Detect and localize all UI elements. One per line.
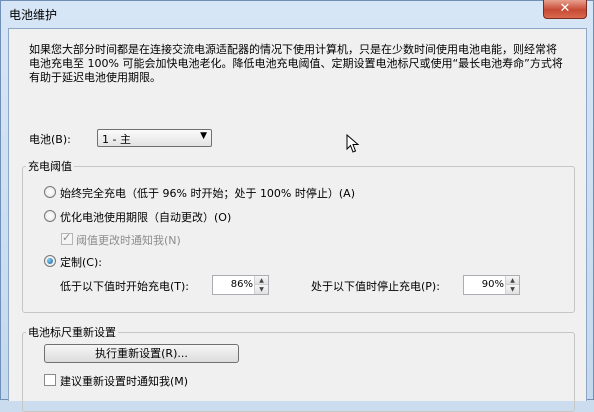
checkbox-suggest-reset[interactable] [44,374,56,386]
stop-charge-value: 90% [481,279,504,290]
battery-maintenance-window: 电池维护 ✕ 如果您大部分时间都是在连接交流电源适配器的情况下使用计算机，只是在… [0,0,594,412]
option-optimize-label[interactable]: 优化电池使用期限（自动更改）(O) [60,209,231,225]
decrement-arrow-icon[interactable]: ▼ [506,285,519,294]
charge-threshold-title: 充电阈值 [26,158,74,174]
increment-arrow-icon[interactable]: ▲ [506,276,519,285]
start-charge-spin-buttons: ▲ ▼ [254,276,268,294]
threshold-notify-label[interactable]: 阈值更改时通知我(N) [76,232,181,248]
dialog-body: 如果您大部分时间都是在连接交流电源适配器的情况下使用计算机，只是在少数时间使用电… [8,28,587,412]
start-charge-stepper[interactable]: 86% ▲ ▼ [212,275,269,295]
battery-select-value: 1 - 主 [102,133,131,146]
chevron-down-icon: ▼ [200,131,207,141]
increment-arrow-icon[interactable]: ▲ [255,276,268,285]
window-title: 电池维护 [9,8,58,22]
description-text: 如果您大部分时间都是在连接交流电源适配器的情况下使用计算机，只是在少数时间使用电… [29,43,563,84]
gauge-reset-title: 电池标尺重新设置 [26,324,118,340]
mouse-cursor-icon [346,134,360,153]
battery-label: 电池(B): [29,133,71,146]
stop-charge-stepper[interactable]: 90% ▲ ▼ [463,275,520,295]
battery-select[interactable]: 1 - 主 ▼ [97,129,212,147]
start-charge-label: 低于以下值时开始充电(T): [60,280,190,293]
close-icon: ✕ [559,1,571,16]
stop-charge-spin-buttons: ▲ ▼ [505,276,519,294]
radio-optimize[interactable] [44,210,56,222]
radio-custom[interactable] [44,255,56,267]
radio-always-full[interactable] [44,186,56,198]
run-reset-button[interactable]: 执行重新设置(R)... [44,344,239,363]
checkbox-threshold-notify[interactable] [61,231,73,245]
close-button[interactable]: ✕ [543,0,587,19]
stop-charge-label: 处于以下值时停止充电(P): [311,280,440,293]
suggest-reset-label[interactable]: 建议重新设置时通知我(M) [60,373,188,389]
option-custom-label[interactable]: 定制(C): [60,254,102,270]
decrement-arrow-icon[interactable]: ▼ [255,285,268,294]
option-always-full-label[interactable]: 始终完全充电（低于 96% 时开始；处于 100% 时停止）(A) [60,185,355,201]
start-charge-value: 86% [230,279,253,290]
title-bar[interactable]: 电池维护 ✕ [1,0,593,27]
